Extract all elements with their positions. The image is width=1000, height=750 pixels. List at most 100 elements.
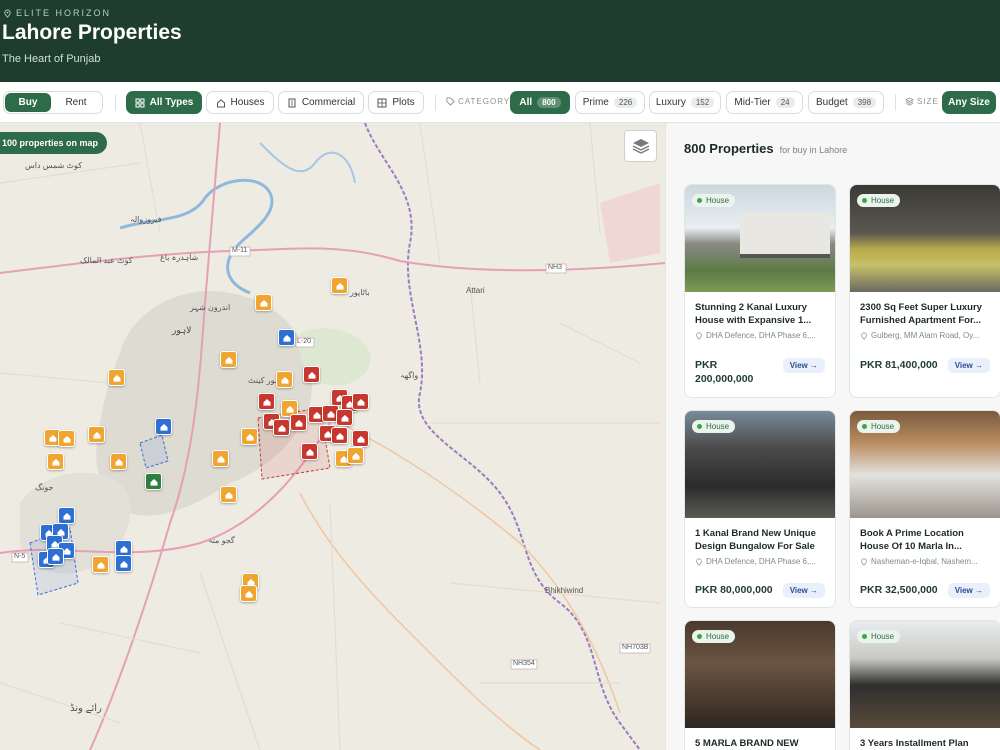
category-count: 800 bbox=[537, 97, 561, 108]
house-icon bbox=[286, 405, 293, 413]
building-icon bbox=[288, 98, 296, 107]
property-map-pin[interactable] bbox=[92, 556, 109, 573]
map-layers-button[interactable] bbox=[624, 130, 657, 162]
type-label: All Types bbox=[149, 97, 194, 108]
house-icon bbox=[246, 433, 253, 441]
divider bbox=[895, 94, 896, 111]
property-map-pin[interactable] bbox=[155, 418, 172, 435]
map-label: رائے ونڈ bbox=[70, 703, 102, 714]
category-budget-chip[interactable]: Budget 398 bbox=[808, 91, 884, 114]
property-map-pin[interactable] bbox=[58, 430, 75, 447]
property-card[interactable]: House 1 Kanal Brand New Unique Design Bu… bbox=[684, 410, 836, 608]
property-map-pin[interactable] bbox=[220, 351, 237, 368]
property-map-pin[interactable] bbox=[115, 555, 132, 572]
property-card[interactable]: House Book A Prime Location House Of 10 … bbox=[849, 410, 1000, 608]
property-location: Nasheman-e-Iqbal, Nashem... bbox=[860, 557, 990, 566]
properties-on-map-tag: 100 properties on map bbox=[0, 132, 108, 154]
property-map-pin[interactable] bbox=[258, 393, 275, 410]
house-icon bbox=[357, 398, 364, 406]
property-photo: House bbox=[685, 185, 835, 292]
buy-button[interactable]: Buy bbox=[5, 93, 51, 112]
property-map-pin[interactable] bbox=[336, 409, 353, 426]
property-card[interactable]: House 5 MARLA BRAND NEW bbox=[684, 620, 836, 750]
property-map-pin[interactable] bbox=[331, 277, 348, 294]
house-icon bbox=[97, 561, 104, 569]
house-icon bbox=[352, 452, 359, 460]
size-select[interactable]: Any Size bbox=[942, 91, 996, 114]
type-commercial-button[interactable]: Commercial bbox=[278, 91, 364, 114]
view-button[interactable]: View → bbox=[782, 583, 825, 598]
category-count: 24 bbox=[775, 97, 795, 108]
property-location: Gulberg, MM Alam Road, Oy... bbox=[860, 331, 990, 340]
property-card[interactable]: House 2300 Sq Feet Super Luxury Furnishe… bbox=[849, 184, 1000, 398]
type-badge: House bbox=[857, 420, 901, 433]
property-map-pin[interactable] bbox=[47, 453, 64, 470]
plot-grid-icon bbox=[377, 98, 387, 107]
property-map-pin[interactable] bbox=[212, 450, 229, 467]
map-label: کوٹ عبد المالک bbox=[80, 256, 133, 265]
type-all-types-button[interactable]: All Types bbox=[126, 91, 202, 114]
property-map-pin[interactable] bbox=[278, 329, 295, 346]
property-map-pin[interactable] bbox=[352, 430, 369, 447]
house-icon bbox=[225, 491, 232, 499]
house-icon bbox=[306, 448, 313, 456]
property-map-pin[interactable] bbox=[47, 548, 64, 565]
property-map-pin[interactable] bbox=[58, 507, 75, 524]
category-mid-tier-chip[interactable]: Mid-Tier 24 bbox=[726, 91, 803, 114]
map-label: جونگ bbox=[35, 483, 54, 492]
property-map-pin[interactable] bbox=[301, 443, 318, 460]
house-icon bbox=[260, 299, 267, 307]
location-pin-icon bbox=[861, 331, 867, 340]
property-title: 5 MARLA BRAND NEW bbox=[695, 738, 799, 749]
map-label: اندرون شہر bbox=[190, 303, 231, 312]
layers-small-icon bbox=[905, 97, 914, 106]
property-photo: House bbox=[850, 185, 1000, 292]
property-map-pin[interactable] bbox=[352, 393, 369, 410]
category-all-chip[interactable]: All 800 bbox=[510, 91, 570, 114]
property-map-pin[interactable] bbox=[255, 294, 272, 311]
property-title: 3 Years Installment Plan bbox=[860, 738, 969, 749]
property-photo: House bbox=[850, 411, 1000, 518]
property-map-pin[interactable] bbox=[241, 428, 258, 445]
property-price: PKR 81,400,000 bbox=[860, 359, 938, 371]
type-plots-button[interactable]: Plots bbox=[368, 91, 424, 114]
property-map-pin[interactable] bbox=[347, 447, 364, 464]
property-map-pin[interactable] bbox=[88, 426, 105, 443]
property-card[interactable]: House 3 Years Installment Plan bbox=[849, 620, 1000, 750]
road-shield-label: L-20 bbox=[297, 338, 312, 345]
listing-panel: 800 Properties for buy in Lahore House S… bbox=[665, 123, 1000, 750]
category-luxury-chip[interactable]: Luxury 152 bbox=[649, 91, 721, 114]
property-map-pin[interactable] bbox=[290, 414, 307, 431]
map-label: باٹاپور bbox=[350, 288, 370, 297]
filter-bar: Buy Rent All Types Houses Commercial Plo… bbox=[0, 82, 1000, 123]
property-card[interactable]: House Stunning 2 Kanal Luxury House with… bbox=[684, 184, 836, 398]
house-icon bbox=[52, 553, 59, 561]
view-button[interactable]: View → bbox=[947, 583, 990, 598]
property-price: PKR 200,000,000 bbox=[695, 359, 754, 385]
category-label: Budget bbox=[815, 97, 848, 108]
location-text: DHA Defence, DHA Phase 6,... bbox=[706, 331, 816, 340]
property-map-pin[interactable] bbox=[331, 427, 348, 444]
property-map-pin[interactable] bbox=[240, 585, 257, 602]
property-map-pin[interactable] bbox=[108, 369, 125, 386]
property-map-pin[interactable] bbox=[276, 371, 293, 388]
rent-button[interactable]: Rent bbox=[51, 93, 101, 112]
property-map-pin[interactable] bbox=[145, 473, 162, 490]
view-button[interactable]: View → bbox=[782, 358, 825, 373]
view-button[interactable]: View → bbox=[947, 358, 990, 373]
property-map-pin[interactable] bbox=[273, 419, 290, 436]
app-header: ELITE HORIZON Lahore Properties The Hear… bbox=[0, 0, 1000, 82]
property-map-pin[interactable] bbox=[220, 486, 237, 503]
category-label: Mid-Tier bbox=[734, 97, 771, 108]
property-map-pin[interactable] bbox=[110, 453, 127, 470]
layers-icon bbox=[632, 139, 649, 154]
house-icon bbox=[281, 376, 288, 384]
location-text: DHA Defence, DHA Phase 6,... bbox=[706, 557, 816, 566]
type-houses-button[interactable]: Houses bbox=[206, 91, 274, 114]
house-icon bbox=[63, 435, 70, 443]
type-badge-label: House bbox=[871, 422, 895, 431]
property-map-pin[interactable] bbox=[303, 366, 320, 383]
house-icon bbox=[263, 398, 270, 406]
property-map[interactable]: کوٹ شمس داس فیروزوالہ کوٹ عبد المالک شاہ… bbox=[0, 123, 665, 750]
category-prime-chip[interactable]: Prime 226 bbox=[575, 91, 645, 114]
